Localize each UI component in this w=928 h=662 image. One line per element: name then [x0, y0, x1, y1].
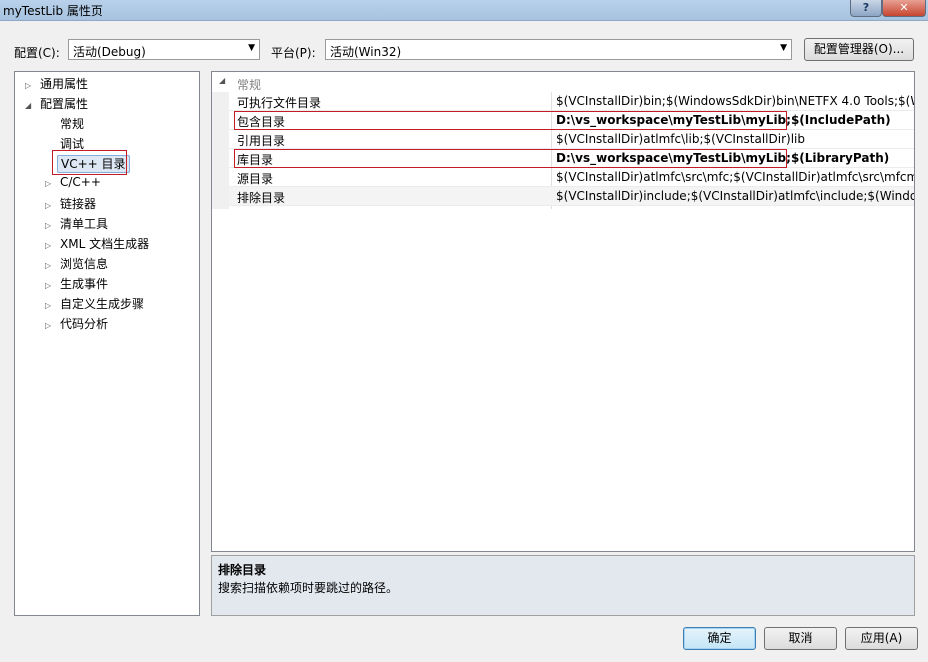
highlight-box: [234, 149, 787, 168]
tree-item-label: 浏览信息: [60, 257, 109, 271]
tree-item-common-properties[interactable]: ▷ 通用属性: [25, 75, 91, 93]
property-value[interactable]: $(VCInstallDir)include;$(VCInstallDir)at…: [556, 189, 914, 203]
tree-item-custom-build-step[interactable]: ▷ 自定义生成步骤: [45, 295, 147, 313]
expand-icon[interactable]: ▷: [45, 221, 57, 230]
property-name: 源目录: [237, 172, 274, 186]
tree-item-linker[interactable]: ▷ 链接器: [45, 195, 99, 213]
close-icon[interactable]: ✕: [882, 0, 926, 17]
tree-item-browse-info[interactable]: ▷ 浏览信息: [45, 255, 111, 273]
property-row[interactable]: 可执行文件目录 $(VCInstallDir)bin;$(WindowsSdkD…: [229, 92, 914, 111]
tree-item-config-properties[interactable]: ◢ 配置属性: [25, 95, 91, 113]
highlight-box: [52, 150, 127, 175]
tree-item-cpp[interactable]: ▷ C/C++: [45, 175, 104, 193]
tree-item-label: 调试: [60, 137, 85, 151]
property-value[interactable]: $(VCInstallDir)atlmfc\lib;$(VCInstallDir…: [556, 132, 805, 146]
config-dropdown[interactable]: 活动(Debug) ▼: [68, 39, 260, 60]
config-value: 活动(Debug): [73, 45, 146, 59]
collapse-icon[interactable]: ◢: [219, 76, 225, 85]
tree-item-label: 清单工具: [60, 217, 109, 231]
apply-button[interactable]: 应用(A): [845, 627, 918, 650]
expand-icon[interactable]: ▷: [45, 261, 57, 270]
property-grid[interactable]: ◢ 常规 可执行文件目录 $(VCInstallDir)bin;$(Window…: [211, 71, 915, 552]
property-name: 排除目录: [237, 191, 286, 205]
tree-item-label: C/C++: [60, 175, 101, 189]
category-row[interactable]: ◢ 常规: [212, 74, 914, 92]
platform-dropdown[interactable]: 活动(Win32) ▼: [325, 39, 792, 60]
tree-item-code-analysis[interactable]: ▷ 代码分析: [45, 315, 111, 333]
expand-icon[interactable]: ▷: [45, 241, 57, 250]
tree-item-label: XML 文档生成器: [60, 237, 150, 251]
collapse-icon[interactable]: ◢: [25, 101, 37, 110]
platform-value: 活动(Win32): [330, 45, 402, 59]
property-value[interactable]: $(VCInstallDir)bin;$(WindowsSdkDir)bin\N…: [556, 94, 914, 108]
tree-item-label: 生成事件: [60, 277, 109, 291]
expand-icon[interactable]: ▷: [25, 81, 37, 90]
property-name: 可执行文件目录: [237, 96, 322, 110]
tree-item-general[interactable]: 常规: [45, 115, 87, 133]
property-row-selected[interactable]: 排除目录 $(VCInstallDir)include;$(VCInstallD…: [229, 187, 914, 206]
tree-item-label: 自定义生成步骤: [60, 297, 145, 311]
ok-button[interactable]: 确定: [683, 627, 756, 650]
chevron-down-icon: ▼: [248, 43, 255, 53]
expand-icon[interactable]: ▷: [45, 301, 57, 310]
platform-label: 平台(P):: [271, 46, 316, 60]
tree-item-build-events[interactable]: ▷ 生成事件: [45, 275, 111, 293]
tree-item-manifest-tool[interactable]: ▷ 清单工具: [45, 215, 111, 233]
tree-item-label: 通用属性: [40, 77, 89, 91]
cancel-button[interactable]: 取消: [764, 627, 837, 650]
expand-icon[interactable]: ▷: [45, 201, 57, 210]
expand-icon[interactable]: ▷: [45, 321, 57, 330]
tree-item-label: 链接器: [60, 197, 97, 211]
property-tree[interactable]: ▷ 通用属性 ◢ 配置属性 常规 调试 VC++ 目录 ▷ C/C++ ▷ 链接器 ▷ 清…: [14, 71, 200, 616]
category-label: 常规: [237, 78, 262, 92]
description-text: 搜索扫描依赖项时要跳过的路径。: [218, 581, 399, 595]
expand-icon[interactable]: ▷: [45, 281, 57, 290]
description-title: 排除目录: [218, 563, 267, 577]
property-row[interactable]: 引用目录 $(VCInstallDir)atlmfc\lib;$(VCInsta…: [229, 130, 914, 149]
tree-item-xml-doc-generator[interactable]: ▷ XML 文档生成器: [45, 235, 152, 253]
tree-item-label: 代码分析: [60, 317, 109, 331]
highlight-box: [234, 111, 787, 130]
window-title: myTestLib 属性页: [3, 4, 103, 18]
property-row[interactable]: 源目录 $(VCInstallDir)atlmfc\src\mfc;$(VCIn…: [229, 168, 914, 187]
tree-item-label: 常规: [60, 117, 85, 131]
grid-gutter: [212, 92, 229, 209]
expand-icon[interactable]: ▷: [45, 179, 57, 188]
chevron-down-icon: ▼: [780, 43, 787, 53]
tree-item-label: 配置属性: [40, 97, 89, 111]
title-bar: myTestLib 属性页 ? ✕: [0, 0, 928, 21]
config-manager-button[interactable]: 配置管理器(O)...: [804, 38, 914, 61]
description-pane: 排除目录 搜索扫描依赖项时要跳过的路径。: [211, 555, 915, 616]
help-icon[interactable]: ?: [850, 0, 882, 17]
property-value[interactable]: $(VCInstallDir)atlmfc\src\mfc;$(VCInstal…: [556, 170, 914, 184]
config-label: 配置(C):: [14, 46, 60, 60]
property-name: 引用目录: [237, 134, 286, 148]
